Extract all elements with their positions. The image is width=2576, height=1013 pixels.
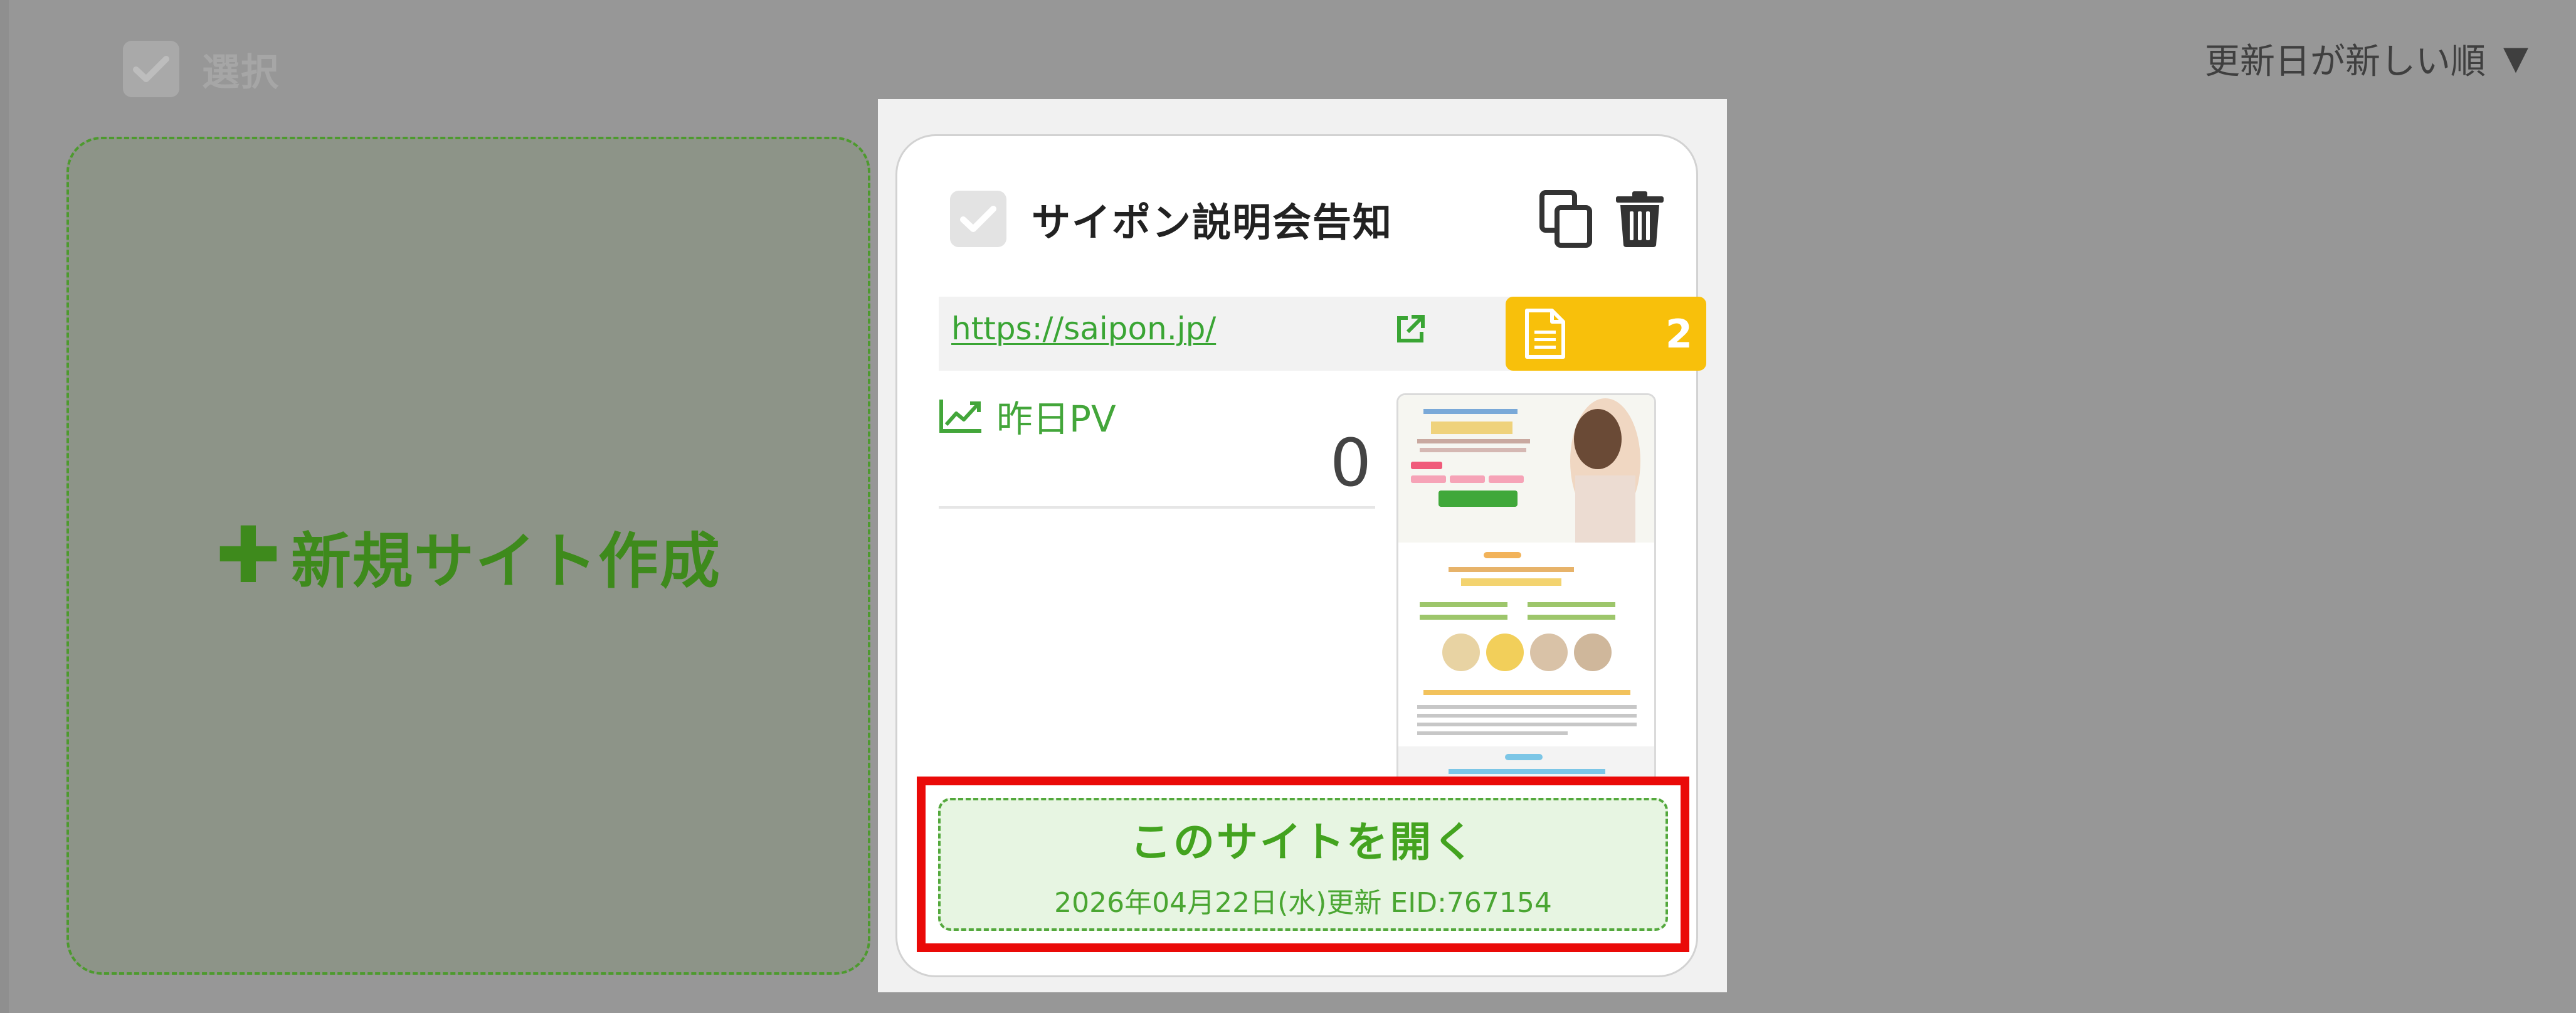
site-url-link[interactable]: https://saipon.jp/ (951, 310, 1391, 347)
trash-icon[interactable] (1615, 190, 1665, 248)
site-thumbnail-image (1398, 395, 1654, 808)
check-icon (133, 56, 169, 82)
page-count-badge[interactable]: 2 (1506, 297, 1706, 371)
open-site-button[interactable]: このサイトを開く 2026年04月22日(水)更新 EID:767154 (938, 798, 1668, 931)
page-count: 2 (1665, 310, 1692, 357)
site-title: サイポン説明会告知 (1032, 199, 1393, 245)
document-icon (1525, 309, 1565, 359)
new-site-label: 新規サイト作成 (290, 526, 721, 597)
site-thumbnail[interactable] (1396, 393, 1656, 810)
check-icon (960, 206, 996, 232)
select-checkbox[interactable] (123, 41, 179, 97)
sort-dropdown[interactable]: 更新日が新しい順 ▼ (2205, 36, 2528, 82)
open-site-label: このサイトを開く (1130, 818, 1476, 866)
card-header: サイポン説明会告知 (950, 181, 1665, 257)
select-label: 選択 (202, 50, 280, 95)
plus-icon: ✚ (216, 511, 281, 601)
select-all[interactable]: 選択 (123, 39, 280, 99)
updated-info: 2026年04月22日(水)更新 EID:767154 (1054, 887, 1552, 919)
sort-label: 更新日が新しい順 (2205, 41, 2486, 82)
open-site-highlight: このサイトを開く 2026年04月22日(水)更新 EID:767154 (917, 777, 1689, 952)
pv-divider (939, 506, 1375, 509)
external-link-icon[interactable] (1394, 313, 1427, 346)
new-site-button[interactable]: ✚ 新規サイト作成 (66, 137, 870, 975)
page-left-edge (0, 0, 9, 1013)
pv-value: 0 (1329, 425, 1371, 501)
site-checkbox[interactable] (950, 191, 1006, 247)
copy-icon[interactable] (1539, 190, 1593, 248)
chevron-down-icon: ▼ (2503, 40, 2528, 77)
